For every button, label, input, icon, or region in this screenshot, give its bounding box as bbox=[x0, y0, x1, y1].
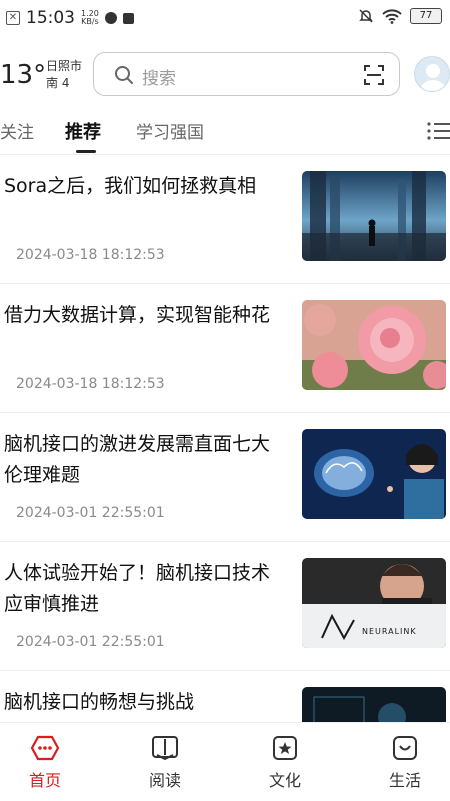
news-item[interactable]: 借力大数据计算，实现智能种花 2024-03-18 18:12:53 bbox=[0, 284, 450, 413]
active-tab-indicator bbox=[76, 150, 96, 153]
news-thumbnail-roses[interactable] bbox=[302, 300, 446, 390]
network-speed: 1.20 KB/s bbox=[81, 9, 99, 26]
avatar[interactable] bbox=[414, 56, 450, 92]
smile-bag-icon bbox=[393, 736, 417, 760]
news-title[interactable]: 人体试验开始了！脑机接口技术应审慎推进 bbox=[4, 558, 284, 620]
news-item[interactable]: 人体试验开始了！脑机接口技术应审慎推进 2024-03-01 22:55:01 … bbox=[0, 542, 450, 671]
channel-menu-icon[interactable] bbox=[426, 120, 450, 142]
nav-life[interactable]: 生活 bbox=[370, 735, 440, 791]
star-badge-icon bbox=[273, 736, 297, 760]
search-placeholder: 搜索 bbox=[142, 69, 176, 89]
status-time: 15:03 bbox=[26, 8, 75, 28]
mute-bell-icon bbox=[359, 9, 373, 23]
nav-life-label: 生活 bbox=[388, 771, 421, 790]
news-title[interactable]: 借力大数据计算，实现智能种花 bbox=[4, 300, 284, 331]
nav-culture[interactable]: 文化 bbox=[250, 735, 320, 791]
book-icon bbox=[152, 736, 178, 761]
battery-indicator: 77 bbox=[410, 8, 442, 24]
news-date: 2024-03-18 18:12:53 bbox=[16, 247, 165, 263]
neuralink-logo-text: NEURALINK bbox=[362, 627, 417, 636]
user-avatar-icon bbox=[420, 64, 446, 91]
status-bar: ✕ 15:03 1.20 KB/s 77 bbox=[0, 0, 450, 36]
channel-tabs: 关注 推荐 学习强国 bbox=[0, 110, 450, 155]
news-date: 2024-03-01 22:55:01 bbox=[16, 634, 165, 650]
news-date: 2024-03-18 18:12:53 bbox=[16, 376, 165, 392]
news-title[interactable]: 脑机接口的激进发展需直面七大伦理难题 bbox=[4, 429, 284, 491]
news-item[interactable]: Sora之后，我们如何拯救真相 2024-03-18 18:12:53 bbox=[0, 155, 450, 284]
news-title[interactable]: 脑机接口的畅想与挑战 bbox=[4, 687, 284, 718]
home-icon bbox=[30, 735, 60, 761]
notification-x-icon: ✕ bbox=[6, 11, 20, 25]
top-header: 13° 日照市 南 4 搜索 bbox=[0, 52, 450, 98]
news-feed: Sora之后，我们如何拯救真相 2024-03-18 18:12:53 借力大数… bbox=[0, 155, 450, 800]
wind-label: 南 4 bbox=[46, 76, 70, 90]
tab-follow[interactable]: 关注 bbox=[0, 118, 34, 143]
news-thumbnail-neuralink[interactable]: NEURALINK bbox=[302, 558, 446, 648]
tab-recommend[interactable]: 推荐 bbox=[65, 118, 101, 144]
news-date: 2024-03-01 22:55:01 bbox=[16, 505, 165, 521]
scan-icon[interactable] bbox=[363, 64, 385, 86]
news-item[interactable]: 脑机接口的激进发展需直面七大伦理难题 2024-03-01 22:55:01 bbox=[0, 413, 450, 542]
app-notification-icon bbox=[104, 12, 117, 24]
nav-home[interactable]: 首页 bbox=[10, 735, 80, 791]
weather-temperature[interactable]: 13° bbox=[0, 60, 46, 90]
tab-xuexi-qiangguo[interactable]: 学习强国 bbox=[136, 118, 204, 143]
nav-reading[interactable]: 阅读 bbox=[130, 735, 200, 791]
bottom-navigation: 首页 阅读 文化 生活 bbox=[0, 722, 450, 801]
search-icon bbox=[115, 66, 133, 84]
news-thumbnail-brain[interactable] bbox=[302, 429, 446, 519]
weather-location[interactable]: 日照市 南 4 bbox=[46, 58, 82, 92]
city-label: 日照市 bbox=[46, 59, 83, 73]
search-bar[interactable]: 搜索 bbox=[93, 52, 400, 96]
nav-reading-label: 阅读 bbox=[148, 771, 181, 790]
news-thumbnail-sora[interactable] bbox=[302, 171, 446, 261]
nav-culture-label: 文化 bbox=[268, 771, 301, 790]
wifi-icon bbox=[382, 9, 402, 24]
app-square-icon bbox=[122, 12, 134, 24]
news-title[interactable]: Sora之后，我们如何拯救真相 bbox=[4, 171, 284, 202]
nav-home-label: 首页 bbox=[28, 771, 61, 790]
